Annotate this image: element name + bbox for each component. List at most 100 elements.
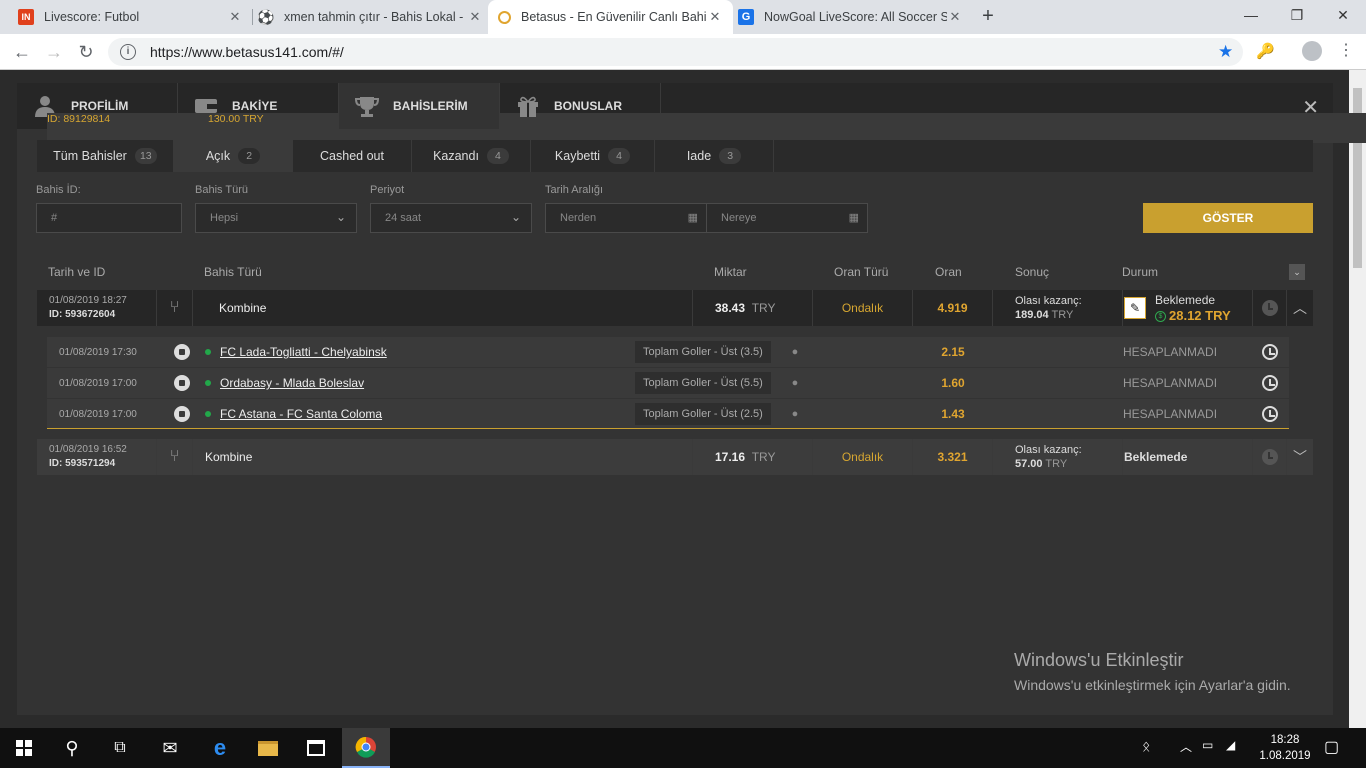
potential-win-value: 189.04 xyxy=(1015,309,1049,321)
window-close-button[interactable]: ✕ xyxy=(1320,0,1366,30)
bet-row[interactable]: 01/08/2019 16:52 ID: 593571294 ⑂ Kombine … xyxy=(37,439,1313,475)
start-icon[interactable] xyxy=(0,728,48,768)
notifications-icon[interactable]: ▢ xyxy=(1324,737,1339,757)
back-icon[interactable]: ← xyxy=(10,40,34,64)
event-match-link[interactable]: FC Astana - FC Santa Coloma xyxy=(220,407,382,421)
event-match-link[interactable]: FC Lada-Togliatti - Chelyabinsk xyxy=(220,345,387,359)
bet-id-label: Bahis İD: xyxy=(36,184,81,196)
info-icon[interactable]: ● xyxy=(780,368,810,398)
task-view-icon[interactable]: ⧉ xyxy=(96,728,144,768)
calendar-icon[interactable]: ▦ xyxy=(849,211,859,224)
event-row: 01/08/2019 17:30 FC Lada-Togliatti - Che… xyxy=(47,337,1289,367)
menu-icon[interactable]: ⋮ xyxy=(1338,40,1354,60)
close-tab-icon[interactable]: ✕ xyxy=(467,9,483,25)
count-badge: 3 xyxy=(719,148,742,164)
browser-tab-betasus[interactable]: Betasus - En Güvenilir Canlı Bahis ✕ xyxy=(488,0,733,34)
tab-open[interactable]: Açık 2 xyxy=(174,140,293,172)
people-icon[interactable]: ᛟ xyxy=(1142,738,1150,754)
battery-icon[interactable]: ▭ xyxy=(1202,738,1213,752)
new-tab-button[interactable]: + xyxy=(976,5,1000,29)
bookmark-star-icon[interactable]: ★ xyxy=(1218,42,1233,62)
event-row: 01/08/2019 17:00 Ordabasy - Mlada Bolesl… xyxy=(47,368,1289,398)
bet-date: 01/08/2019 18:27 xyxy=(49,295,127,306)
event-status: HESAPLANMADI xyxy=(1123,345,1218,359)
network-icon[interactable]: ◢ xyxy=(1226,738,1235,752)
bet-id-input[interactable]: # xyxy=(36,203,182,233)
tab-refund[interactable]: Iade 3 xyxy=(655,140,774,172)
forward-icon[interactable]: → xyxy=(42,40,66,64)
chevron-up-icon[interactable]: ︿ xyxy=(1287,290,1313,326)
page-scrollbar[interactable] xyxy=(1349,70,1366,728)
bet-row[interactable]: 01/08/2019 18:27 ID: 593672604 ⑂ Kombine … xyxy=(37,290,1313,326)
browser-tab-strip: IN Livescore: Futbol ✕ ⚽ xmen tahmin çıt… xyxy=(0,0,1366,34)
file-explorer-icon[interactable] xyxy=(244,728,292,768)
close-tab-icon[interactable]: ✕ xyxy=(227,9,243,25)
soccer-ball-icon xyxy=(174,375,190,391)
date-from-input[interactable]: Nerden ▦ xyxy=(545,203,707,233)
close-modal-icon[interactable]: ✕ xyxy=(1302,95,1319,120)
col-amount: Miktar xyxy=(714,265,747,279)
event-odds: 2.15 xyxy=(941,345,965,359)
page-content: PROFİLİM ID: 89129814 BAKİYE 130.00 TRY … xyxy=(0,70,1366,728)
clock-icon xyxy=(1261,300,1278,316)
bet-type-label: Bahis Türü xyxy=(195,184,248,196)
bet-date: 01/08/2019 16:52 xyxy=(49,444,127,455)
cashout-amount[interactable]: $28.12 TRY xyxy=(1155,308,1231,324)
cashout-icon: $ xyxy=(1155,310,1166,322)
tab-my-bets[interactable]: BAHİSLERİM xyxy=(339,83,500,129)
event-match-link[interactable]: Ordabasy - Mlada Boleslav xyxy=(220,376,364,390)
combo-icon: ⑂ xyxy=(157,439,193,475)
collapse-all-icon[interactable]: ⌄ xyxy=(1289,264,1305,280)
address-bar[interactable]: i https://www.betasus141.com/#/ xyxy=(108,38,1243,66)
tab-lost[interactable]: Kaybetti 4 xyxy=(531,140,655,172)
tab-cashed-out[interactable]: Cashed out xyxy=(293,140,412,172)
system-clock[interactable]: 18:28 1.08.2019 xyxy=(1256,732,1314,764)
chevron-down-icon: ⌄ xyxy=(335,210,346,224)
tab-won[interactable]: Kazandı 4 xyxy=(412,140,531,172)
tab-profile[interactable]: PROFİLİM ID: 89129814 xyxy=(17,83,1289,143)
close-tab-icon[interactable]: ✕ xyxy=(947,9,963,25)
bet-type-select[interactable]: Hepsi ⌄ xyxy=(195,203,357,233)
browser-tab-livescore[interactable]: IN Livescore: Futbol ✕ xyxy=(8,0,253,34)
store-icon[interactable] xyxy=(292,728,340,768)
chrome-icon[interactable] xyxy=(342,728,390,768)
tray-chevron-icon[interactable]: ︿ xyxy=(1180,738,1192,755)
event-date: 01/08/2019 17:30 xyxy=(59,346,137,358)
show-button[interactable]: GÖSTER xyxy=(1143,203,1313,233)
site-info-icon[interactable]: i xyxy=(120,44,136,60)
info-icon[interactable]: ● xyxy=(780,399,810,429)
event-odds: 1.60 xyxy=(941,376,965,390)
search-icon[interactable]: ⚲ xyxy=(48,728,96,768)
total-odds: 4.919 xyxy=(913,290,993,326)
mail-icon[interactable]: ✉ xyxy=(146,728,194,768)
tab-all-bets[interactable]: Tüm Bahisler 13 xyxy=(37,140,174,172)
close-tab-icon[interactable]: ✕ xyxy=(707,9,723,25)
tab-bonuses[interactable]: BONUSLAR xyxy=(500,83,661,129)
tab-balance[interactable]: BAKİYE 130.00 TRY xyxy=(178,83,1366,143)
extension-icon[interactable]: 🔑 xyxy=(1256,42,1275,60)
chevron-down-icon[interactable]: ﹀ xyxy=(1287,439,1313,475)
edit-icon[interactable]: ✎ xyxy=(1124,297,1146,319)
count-badge: 2 xyxy=(238,148,261,164)
browser-tab-xmen[interactable]: ⚽ xmen tahmin çıtır - Bahis Lokal - ✕ xyxy=(248,0,493,34)
event-market: Toplam Goller - Üst (5.5) xyxy=(635,372,771,394)
count-badge: 4 xyxy=(608,148,631,164)
edge-icon[interactable]: e xyxy=(196,728,244,768)
browser-tab-nowgoal[interactable]: G NowGoal LiveScore: All Soccer Sc ✕ xyxy=(728,0,973,34)
minimize-button[interactable]: — xyxy=(1228,0,1274,30)
period-select[interactable]: 24 saat ⌄ xyxy=(370,203,532,233)
clock-icon xyxy=(1262,375,1278,391)
reload-icon[interactable]: ↻ xyxy=(74,40,98,64)
account-modal: PROFİLİM ID: 89129814 BAKİYE 130.00 TRY … xyxy=(17,83,1366,715)
live-dot-icon xyxy=(205,411,211,417)
bet-currency: TRY xyxy=(751,301,776,315)
account-tabs: PROFİLİM ID: 89129814 BAKİYE 130.00 TRY … xyxy=(17,83,1366,143)
info-icon[interactable]: ● xyxy=(780,337,810,367)
date-to-input[interactable]: Nereye ▦ xyxy=(706,203,868,233)
profile-avatar[interactable] xyxy=(1302,41,1322,61)
bet-amount: 38.43 xyxy=(715,301,746,315)
bet-status: Beklemede xyxy=(1123,439,1253,475)
maximize-button[interactable]: ❐ xyxy=(1274,0,1320,30)
calendar-icon[interactable]: ▦ xyxy=(688,211,698,224)
nowgoal-icon: G xyxy=(738,9,754,25)
